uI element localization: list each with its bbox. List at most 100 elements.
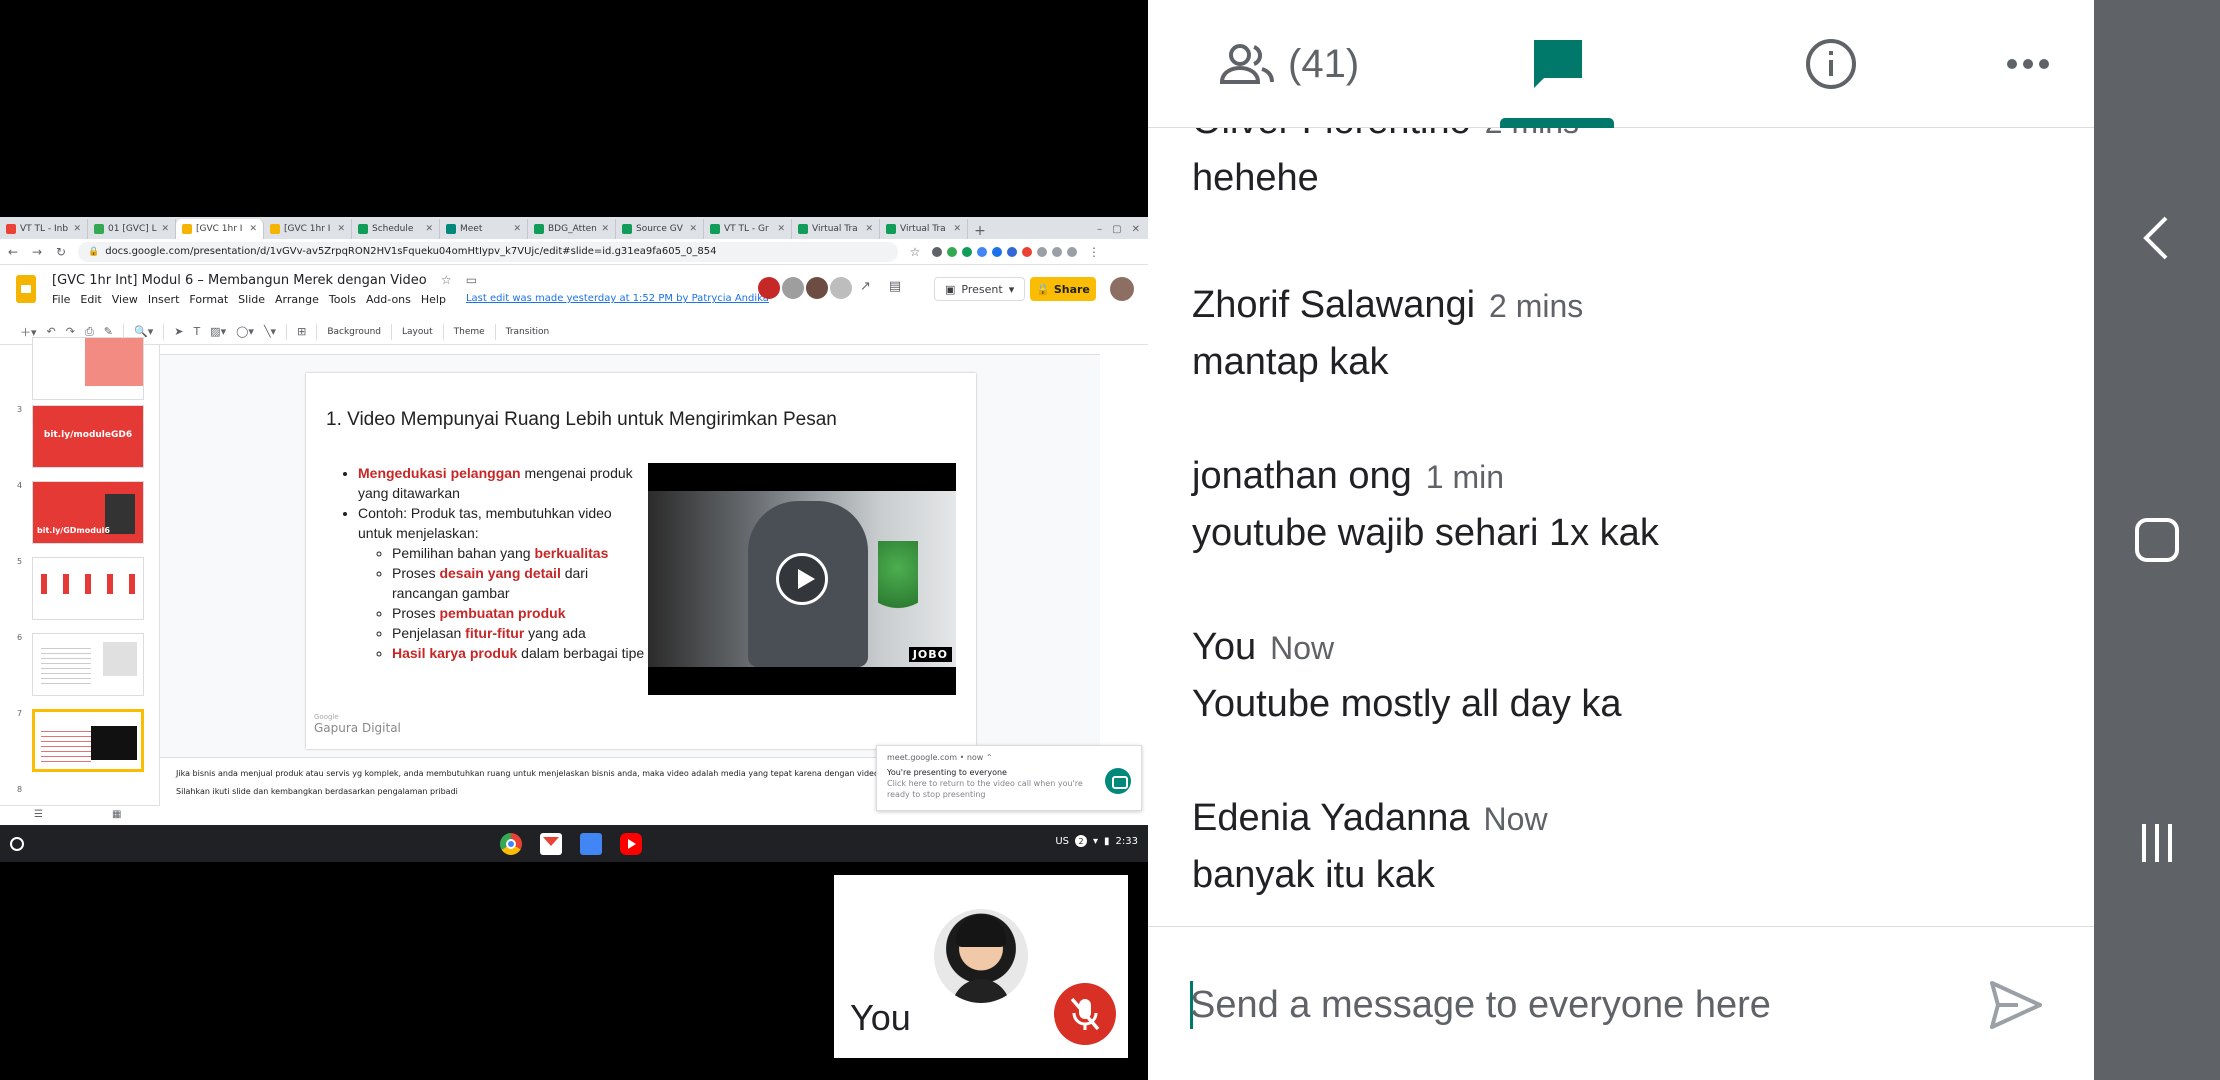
browser-tab[interactable]: 01 [GVC] L ✕	[88, 219, 176, 239]
avatar[interactable]	[830, 277, 852, 299]
presenting-notification[interactable]: meet.google.com • now ⌃ You're presentin…	[876, 745, 1142, 811]
close-tab-icon[interactable]: ✕	[601, 224, 609, 234]
star-icon[interactable]: ☆	[441, 273, 452, 287]
document-title[interactable]: [GVC 1hr Int] Modul 6 – Membangun Merek …	[52, 273, 477, 288]
docs-icon[interactable]	[580, 833, 602, 855]
slide-thumbnail-selected[interactable]	[32, 709, 144, 772]
speaker-notes[interactable]: Jika bisnis anda menjual produk atau ser…	[160, 757, 906, 805]
message-input[interactable]	[1190, 977, 1970, 1033]
nav-home-button[interactable]	[2122, 505, 2192, 575]
avatar[interactable]	[806, 277, 828, 299]
avatar[interactable]	[782, 277, 804, 299]
nav-back-button[interactable]	[2122, 203, 2192, 273]
comment-add-icon[interactable]: ⊞	[297, 325, 306, 338]
layout-button[interactable]: Layout	[402, 327, 433, 337]
menu-format[interactable]: Format	[189, 293, 228, 306]
tab-more[interactable]	[2006, 0, 2050, 128]
slide-thumbnail[interactable]	[32, 557, 144, 620]
slide-thumbnail[interactable]	[32, 337, 144, 400]
menu-slide[interactable]: Slide	[238, 293, 265, 306]
tab-chat[interactable]	[1530, 0, 1586, 128]
browser-tab[interactable]: [GVC 1hr I ✕	[176, 219, 264, 239]
back-nav-icon[interactable]: ←	[6, 245, 20, 259]
close-tab-icon[interactable]: ✕	[689, 224, 697, 234]
browser-tab[interactable]: Source GV ✕	[616, 219, 704, 239]
browser-tab[interactable]: Virtual Tra ✕	[792, 219, 880, 239]
play-icon[interactable]	[776, 553, 828, 605]
android-nav-bar	[2094, 0, 2220, 1080]
mute-button[interactable]	[1054, 983, 1116, 1045]
background-button[interactable]: Background	[327, 327, 381, 337]
close-tab-icon[interactable]: ✕	[161, 224, 169, 234]
textbox-icon[interactable]: T	[193, 325, 200, 338]
chrome-icon[interactable]	[500, 833, 522, 855]
theme-button[interactable]: Theme	[454, 327, 485, 337]
line-icon[interactable]: ╲▾	[264, 325, 276, 338]
slides-logo-icon[interactable]	[16, 275, 36, 303]
activity-icon[interactable]: ↗	[860, 279, 871, 294]
send-button[interactable]	[1988, 979, 2044, 1031]
minimize-icon[interactable]: –	[1097, 224, 1102, 235]
forward-nav-icon[interactable]: →	[30, 245, 44, 259]
slide-thumbnail[interactable]: bit.ly/moduleGD6	[32, 405, 144, 468]
maximize-icon[interactable]: ▢	[1112, 224, 1121, 235]
reload-icon[interactable]: ↻	[54, 245, 68, 259]
tab-info[interactable]	[1804, 0, 1858, 128]
launcher-icon[interactable]	[10, 837, 24, 851]
account-avatar[interactable]	[1110, 277, 1134, 301]
menu-addons[interactable]: Add-ons	[366, 293, 411, 306]
browser-tab[interactable]: [GVC 1hr I ✕	[264, 219, 352, 239]
close-tab-icon[interactable]: ✕	[337, 224, 345, 234]
menu-help[interactable]: Help	[421, 293, 446, 306]
browser-tab[interactable]: Schedule ✕	[352, 219, 440, 239]
menu-file[interactable]: File	[52, 293, 70, 306]
move-folder-icon[interactable]: ▭	[466, 273, 477, 287]
close-tab-icon[interactable]: ✕	[249, 224, 257, 234]
slide-thumbnail[interactable]	[32, 633, 144, 696]
system-tray[interactable]: US 2 ▾ ▮ 2:33	[1055, 835, 1138, 847]
browser-tab[interactable]: BDG_Atten ✕	[528, 219, 616, 239]
close-tab-icon[interactable]: ✕	[953, 224, 961, 234]
last-edit-link[interactable]: Last edit was made yesterday at 1:52 PM …	[466, 293, 769, 306]
grid-view-icon[interactable]: ▦	[112, 809, 121, 820]
menu-insert[interactable]: Insert	[148, 293, 180, 306]
close-tab-icon[interactable]: ✕	[73, 224, 81, 234]
menu-tools[interactable]: Tools	[329, 293, 356, 306]
menu-arrange[interactable]: Arrange	[275, 293, 319, 306]
image-icon[interactable]: ▨▾	[210, 325, 226, 338]
close-window-icon[interactable]: ✕	[1132, 224, 1140, 235]
url-field[interactable]: 🔒 docs.google.com/presentation/d/1vGVv-a…	[78, 241, 898, 262]
close-tab-icon[interactable]: ✕	[865, 224, 873, 234]
browser-tab[interactable]: VT TL - Gr ✕	[704, 219, 792, 239]
nav-recents-button[interactable]	[2122, 808, 2192, 878]
new-tab-button[interactable]: +	[968, 223, 992, 239]
shape-icon[interactable]: ◯▾	[236, 325, 254, 338]
message-list[interactable]: Oliver Florentino 2 mins hehehe Zhorif Sa…	[1148, 128, 2094, 926]
gmail-icon[interactable]	[540, 833, 562, 855]
self-video-tile[interactable]: You	[834, 875, 1128, 1058]
tab-people[interactable]: (41)	[1218, 0, 1359, 128]
share-button[interactable]: 🔒 Share	[1030, 277, 1096, 301]
browser-tab[interactable]: VT TL - Inb ✕	[0, 219, 88, 239]
close-tab-icon[interactable]: ✕	[513, 224, 521, 234]
menu-edit[interactable]: Edit	[80, 293, 101, 306]
select-icon[interactable]: ➤	[174, 325, 183, 338]
comments-icon[interactable]: ▤	[889, 279, 901, 294]
youtube-icon[interactable]	[620, 833, 642, 855]
menu-view[interactable]: View	[112, 293, 138, 306]
close-tab-icon[interactable]: ✕	[425, 224, 433, 234]
slide-thumbnail[interactable]: bit.ly/GDmodul6	[32, 481, 144, 544]
browser-tab[interactable]: Meet ✕	[440, 219, 528, 239]
chevron-down-icon[interactable]: ▾	[1009, 283, 1015, 296]
close-tab-icon[interactable]: ✕	[777, 224, 785, 234]
embedded-video[interactable]: JOBO	[648, 463, 956, 695]
bookmark-star-icon[interactable]: ☆	[908, 245, 922, 259]
list-item: Contoh: Produk tas, membutuhkan video un…	[358, 503, 646, 663]
browser-menu-icon[interactable]: ⋮	[1087, 245, 1101, 259]
avatar[interactable]	[758, 277, 780, 299]
present-button[interactable]: ▣ Present ▾	[934, 277, 1026, 301]
browser-tab[interactable]: Virtual Tra ✕	[880, 219, 968, 239]
list-view-icon[interactable]: ☰	[34, 809, 43, 820]
current-slide[interactable]: 1. Video Mempunyai Ruang Lebih untuk Men…	[306, 373, 976, 749]
transition-button[interactable]: Transition	[506, 327, 550, 337]
